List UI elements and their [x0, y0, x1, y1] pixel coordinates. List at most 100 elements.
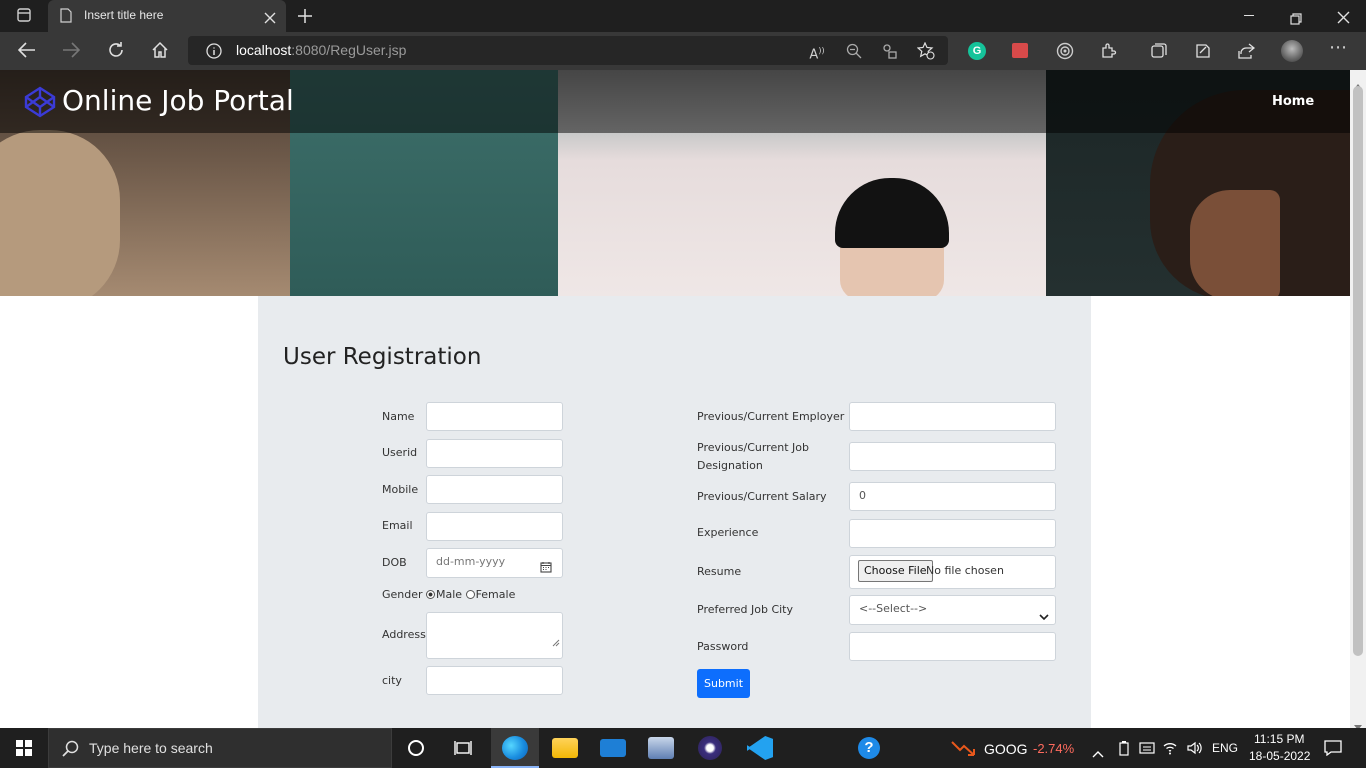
no-file-text: No file chosen [926, 564, 1004, 577]
preferred-city-label: Preferred Job City [697, 603, 793, 616]
new-tab-icon[interactable] [297, 8, 313, 28]
name-label: Name [382, 410, 415, 423]
password-input[interactable] [849, 632, 1056, 661]
battery-icon[interactable] [1116, 740, 1132, 760]
forward-icon[interactable] [62, 42, 81, 62]
network-app-icon[interactable] [648, 737, 674, 759]
site-brand[interactable]: Online Job Portal [62, 84, 294, 117]
stock-change[interactable]: -2.74% [1033, 741, 1074, 756]
designation-label: Previous/Current Job Designation [697, 439, 809, 475]
wifi-icon[interactable] [1162, 740, 1178, 760]
email-input[interactable] [426, 512, 563, 541]
clock-time[interactable]: 11:15 PM [1254, 732, 1304, 746]
extensions-icon[interactable] [1100, 42, 1118, 64]
hero-banner: Online Job Portal Home [0, 70, 1350, 296]
language-indicator[interactable]: ENG [1212, 741, 1238, 755]
grammarly-icon[interactable]: G [968, 42, 986, 60]
preferred-city-select[interactable]: <--Select--> [849, 595, 1056, 625]
read-aloud-icon[interactable]: A)) [806, 42, 828, 64]
city-label: city [382, 674, 402, 687]
taskbar-search-box[interactable]: Type here to search [48, 728, 392, 768]
resume-label: Resume [697, 565, 742, 578]
restore-icon[interactable] [1290, 10, 1302, 29]
url-path: :8080/RegUser.jsp [291, 42, 407, 58]
tracking-icon[interactable] [881, 43, 897, 63]
gender-male-label[interactable]: Male [436, 588, 462, 601]
refresh-icon[interactable] [107, 41, 125, 63]
help-icon[interactable]: ? [858, 737, 880, 759]
password-label: Password [697, 640, 749, 653]
calendar-icon[interactable] [540, 557, 552, 583]
clock-date[interactable]: 18-05-2022 [1249, 749, 1310, 763]
choose-file-button[interactable]: Choose File [858, 560, 933, 582]
city-input[interactable] [426, 666, 563, 695]
site-navbar: Online Job Portal Home [0, 70, 1350, 133]
designation-label-line2: Designation [697, 459, 763, 472]
share-icon[interactable] [1237, 42, 1256, 64]
chevron-up-icon[interactable] [1092, 743, 1104, 762]
input-indicator-icon[interactable] [1139, 740, 1155, 760]
salary-input[interactable]: 0 [849, 482, 1056, 511]
page-scrollbar[interactable] [1350, 70, 1366, 730]
profile-avatar[interactable] [1281, 40, 1303, 62]
more-menu-icon[interactable]: ⋯ [1327, 39, 1349, 57]
submit-button[interactable]: Submit [697, 669, 750, 698]
gender-options: Male Female [426, 586, 515, 604]
zoom-icon[interactable] [846, 43, 862, 63]
gender-label: Gender [382, 588, 423, 601]
volume-icon[interactable] [1186, 740, 1202, 760]
tab-title: Insert title here [84, 8, 164, 22]
notifications-icon[interactable] [1324, 740, 1342, 760]
mobile-input[interactable] [426, 475, 563, 504]
vscode-icon[interactable] [747, 736, 773, 760]
resize-handle-icon[interactable] [552, 631, 560, 657]
tab-actions-icon[interactable] [13, 7, 35, 27]
cortana-icon[interactable] [408, 740, 424, 756]
page-icon [60, 8, 72, 27]
browser-tab-bar: Insert title here [0, 0, 1366, 32]
extension-target-icon[interactable] [1056, 42, 1074, 64]
stock-symbol[interactable]: GOOG [984, 741, 1028, 757]
nav-home-link[interactable]: Home [1272, 94, 1314, 109]
gender-female-label[interactable]: Female [476, 588, 516, 601]
preferred-city-value: <--Select--> [859, 602, 928, 615]
extension-red-icon[interactable] [1012, 43, 1028, 58]
browser-tab[interactable]: Insert title here [48, 0, 286, 32]
home-icon[interactable] [151, 41, 169, 63]
minimize-icon[interactable] [1244, 15, 1254, 16]
stock-trend-icon[interactable] [951, 739, 977, 761]
employer-input[interactable] [849, 402, 1056, 431]
address-textarea[interactable] [426, 612, 563, 659]
close-tab-icon[interactable] [264, 9, 276, 28]
address-bar[interactable]: localhost:8080/RegUser.jsp A)) [188, 36, 948, 65]
designation-input[interactable] [849, 442, 1056, 471]
back-icon[interactable] [17, 42, 36, 62]
search-icon [62, 740, 80, 762]
site-info-icon[interactable] [206, 43, 222, 63]
file-explorer-icon[interactable] [552, 738, 578, 758]
url-text[interactable]: localhost:8080/RegUser.jsp [236, 42, 406, 58]
name-input[interactable] [426, 402, 563, 431]
close-window-icon[interactable] [1337, 9, 1350, 28]
gender-male-radio[interactable] [426, 590, 435, 599]
userid-input[interactable] [426, 439, 563, 468]
task-view-icon[interactable] [454, 740, 472, 760]
dob-input[interactable]: dd-mm-yyyy [426, 548, 563, 578]
experience-input[interactable] [849, 519, 1056, 548]
experience-label: Experience [697, 526, 759, 539]
eclipse-icon[interactable] [698, 736, 722, 760]
dob-placeholder: dd-mm-yyyy [436, 555, 506, 568]
designation-label-line1: Previous/Current Job [697, 441, 809, 454]
gender-female-radio[interactable] [465, 590, 475, 599]
edge-icon[interactable] [502, 736, 528, 760]
scrollbar-thumb[interactable] [1353, 86, 1363, 656]
web-capture-icon[interactable] [1194, 42, 1212, 64]
resume-file-input[interactable]: Choose File No file chosen [849, 555, 1056, 589]
chevron-down-icon[interactable] [1039, 605, 1049, 631]
page-title: User Registration [283, 344, 482, 370]
mail-icon[interactable] [600, 739, 626, 757]
windows-start-icon[interactable] [16, 740, 32, 760]
collections-icon[interactable] [1150, 42, 1168, 64]
codepen-logo-icon[interactable] [24, 86, 56, 118]
add-favorite-icon[interactable] [916, 41, 935, 64]
